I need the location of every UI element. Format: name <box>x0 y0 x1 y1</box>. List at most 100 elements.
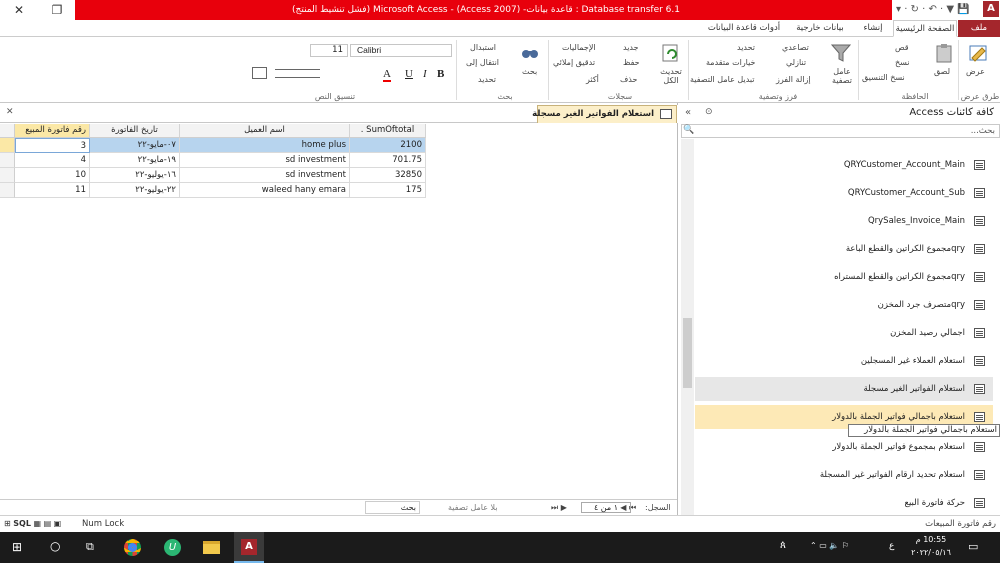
chrome-icon[interactable] <box>124 539 141 556</box>
view-button-label[interactable]: عرض <box>966 67 985 76</box>
font-name-box[interactable]: Calibri <box>350 44 452 57</box>
column-header[interactable]: رقم فاتورة المبيع <box>15 124 90 138</box>
underline-button[interactable]: U <box>405 68 413 80</box>
paste-icon[interactable] <box>933 42 955 64</box>
spelling-button[interactable]: تدقيق إملائي <box>553 58 595 67</box>
no-filter-indicator[interactable]: بلا عامل تصفية <box>448 503 498 512</box>
find-button-label[interactable]: بحث <box>522 67 537 76</box>
ascending-button[interactable]: تصاعدي <box>782 43 809 52</box>
row-selector[interactable] <box>0 153 15 168</box>
clock-time[interactable]: 10:55 م <box>905 535 957 544</box>
delete-record-button[interactable]: حذف <box>620 75 637 84</box>
nav-item-query-selected[interactable]: استعلام الفواتير الغير مسجلة <box>695 377 993 401</box>
table-cell[interactable]: ٠٧-مايو-٢٢ <box>90 138 180 153</box>
search-icon[interactable]: ○ <box>50 539 60 553</box>
view-icon[interactable] <box>968 42 990 64</box>
nav-item-query[interactable]: qryمتصرف جرد المخزن <box>695 293 993 317</box>
table-cell[interactable]: 3 <box>15 138 90 153</box>
nav-item-query[interactable]: QRYCustomer_Account_Main <box>695 153 993 177</box>
access-taskbar-button[interactable]: A <box>234 532 264 563</box>
tab-file[interactable]: ملف <box>958 20 1000 37</box>
nav-item-query[interactable]: QRYCustomer_Account_Sub <box>695 181 993 205</box>
nav-item-query[interactable]: استعلام العملاء غير المسجلين <box>695 349 993 373</box>
remove-sort-button[interactable]: إزالة الفرز <box>776 75 811 84</box>
copy-button[interactable]: نسخ <box>895 58 910 67</box>
save-record-button[interactable]: حفظ <box>623 58 640 67</box>
format-painter-button[interactable]: نسخ التنسيق <box>862 73 905 82</box>
nav-item-query[interactable]: استعلام تحديد ارقام الفواتير غير المسجلة <box>695 463 993 487</box>
close-document-icon[interactable]: ✕ <box>6 107 14 117</box>
more-button[interactable]: أكثر <box>586 75 599 84</box>
cut-button[interactable]: قص <box>895 43 909 52</box>
selection-button[interactable]: تحديد <box>737 43 755 52</box>
table-cell[interactable]: ١٩-مايو-٢٢ <box>90 153 180 168</box>
paste-button-label[interactable]: لصق <box>934 67 950 76</box>
filter-icon[interactable] <box>830 42 852 64</box>
record-position-input[interactable]: ١ من ٤ <box>581 502 631 513</box>
bold-button[interactable]: B <box>437 68 444 80</box>
font-size-box[interactable]: 11 <box>310 44 348 57</box>
totals-button[interactable]: الإجماليات <box>562 43 596 52</box>
column-header[interactable]: تاريخ الفاتورة <box>90 124 180 138</box>
table-cell[interactable]: 4 <box>15 153 90 168</box>
align-buttons[interactable] <box>275 69 320 78</box>
nav-menu-chevron-icon[interactable]: ⊙ <box>705 107 713 117</box>
filter-button-label[interactable]: عامل تصفية <box>830 67 854 85</box>
table-cell[interactable]: ١٦-يوليو-٢٢ <box>90 168 180 183</box>
tab-create[interactable]: إنشاء <box>855 20 891 37</box>
file-explorer-icon[interactable] <box>203 541 220 554</box>
nav-item-query[interactable]: QrySales_Invoice_Main <box>695 209 993 233</box>
table-cell[interactable]: sd investment <box>180 168 350 183</box>
table-cell[interactable]: 2100 <box>350 138 426 153</box>
notification-icon[interactable]: ▭ <box>968 540 978 553</box>
italic-button[interactable]: I <box>423 68 427 80</box>
task-view-icon[interactable]: ⧉ <box>86 540 94 554</box>
refresh-all-label[interactable]: تحديث الكل <box>658 67 684 85</box>
select-all-corner[interactable] <box>0 124 15 138</box>
nav-scroll-thumb[interactable] <box>683 318 692 388</box>
restore-button[interactable]: ❐ <box>38 0 76 20</box>
table-cell[interactable]: 10 <box>15 168 90 183</box>
table-cell[interactable]: 175 <box>350 183 426 198</box>
view-switcher-icons[interactable]: ⊞ SQL ▦ ▤ ▣ <box>4 519 61 528</box>
nav-search-input[interactable]: بحث... <box>681 124 1000 138</box>
table-cell[interactable]: sd investment <box>180 153 350 168</box>
gridlines-icon[interactable] <box>252 67 267 79</box>
font-color-button[interactable]: A <box>383 68 391 82</box>
select-button[interactable]: تحديد <box>478 75 496 84</box>
column-header[interactable]: SumOftotal . <box>350 124 426 138</box>
row-selector[interactable] <box>0 183 15 198</box>
tab-external-data[interactable]: بيانات خارجية <box>790 20 850 37</box>
descending-button[interactable]: تنازلي <box>786 58 806 67</box>
nav-item-query[interactable]: qryمجموع الكراتين والقطع المستراه <box>695 265 993 289</box>
table-cell[interactable]: 11 <box>15 183 90 198</box>
windows-start-icon[interactable]: ⊞ <box>12 540 22 554</box>
refresh-all-icon[interactable] <box>660 42 682 64</box>
clock-date[interactable]: ٢٠٢٢/٠٥/١٦ <box>905 548 957 557</box>
goto-button[interactable]: انتقال إلى <box>466 58 499 67</box>
table-cell[interactable]: 32850 <box>350 168 426 183</box>
advanced-filter-button[interactable]: خيارات متقدمة <box>706 58 755 67</box>
row-selector[interactable] <box>0 168 15 183</box>
close-button[interactable]: ✕ <box>0 0 38 20</box>
shutter-bar-icon[interactable]: « <box>685 107 691 118</box>
nav-item-query[interactable]: حركة فاتورة البيع <box>695 491 993 515</box>
table-cell[interactable]: ٢٢-يوليو-٢٢ <box>90 183 180 198</box>
table-cell[interactable]: waleed hany emara <box>180 183 350 198</box>
tab-home[interactable]: الصفحة الرئيسية <box>893 20 957 37</box>
tab-database-tools[interactable]: أدوات قاعدة البيانات <box>700 20 788 37</box>
tray-icons[interactable]: ⌃ ▭ 🔈 ⚐ <box>810 541 849 550</box>
people-icon[interactable]: ጰ <box>780 540 786 551</box>
replace-button[interactable]: استبدال <box>470 43 496 52</box>
row-selector[interactable] <box>0 138 15 153</box>
new-record-button[interactable]: جديد <box>623 43 639 52</box>
nav-pane-title[interactable]: كافة كائنات Access <box>909 107 994 118</box>
document-tab[interactable]: استعلام الفواتير الغير مسجلة <box>532 105 677 123</box>
record-search-input[interactable]: بحث <box>365 501 420 514</box>
nav-item-query[interactable]: qryمجموع الكراتين والقطع الباعة <box>695 237 993 261</box>
search-icon[interactable]: 🔍 <box>683 125 694 135</box>
table-cell[interactable]: home plus <box>180 138 350 153</box>
input-language-indicator[interactable]: ع <box>889 541 894 551</box>
nav-item-query[interactable]: استعلام بمجموع فواتير الجملة بالدولار <box>695 435 993 459</box>
table-cell[interactable]: 701.75 <box>350 153 426 168</box>
